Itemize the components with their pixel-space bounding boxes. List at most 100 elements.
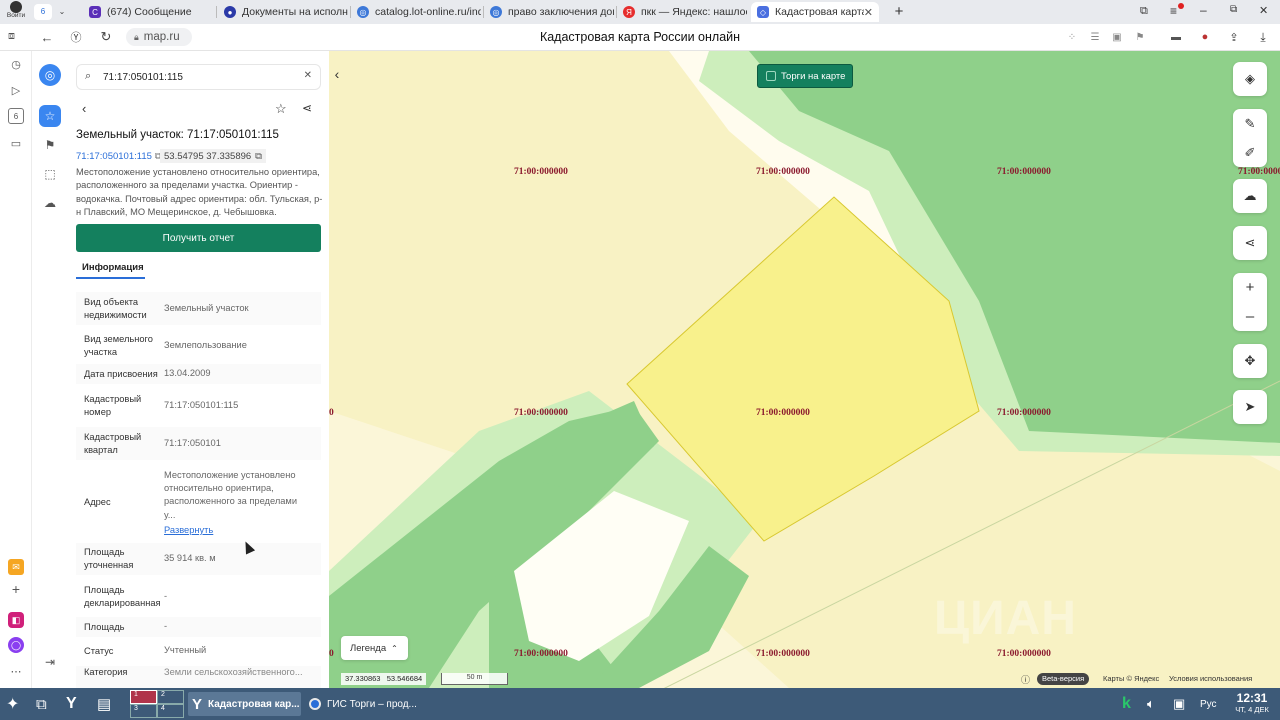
- chevron-down-icon[interactable]: ⌄: [55, 4, 69, 20]
- collections-icon[interactable]: ⧈: [8, 30, 15, 43]
- info-row: Дата присвоения 13.04.2009: [76, 364, 321, 384]
- desktop-3[interactable]: 3: [130, 704, 157, 718]
- bookmark-icon[interactable]: ⚑: [1131, 28, 1149, 46]
- upload-button[interactable]: ☁: [1233, 179, 1267, 213]
- search-input[interactable]: ⌕ 71:17:050101:115 ✕: [76, 64, 321, 90]
- extension-icon[interactable]: ●: [1196, 28, 1214, 46]
- copy-icon[interactable]: ⧉: [255, 151, 262, 162]
- extension-icon[interactable]: ▬: [1167, 28, 1185, 46]
- clear-icon[interactable]: ✕: [304, 70, 312, 81]
- navigation-icon: ➤: [1244, 399, 1256, 414]
- pencil-icon[interactable]: ✎: [1245, 116, 1256, 132]
- expand-link[interactable]: Развернуть: [164, 524, 321, 537]
- download-icon[interactable]: ⤓: [1254, 28, 1272, 46]
- tab-contract[interactable]: ◎ право заключения догов: [484, 2, 614, 22]
- star-icon[interactable]: ☆: [39, 105, 61, 127]
- tab-count-button[interactable]: 6: [34, 4, 52, 20]
- add-icon[interactable]: +: [8, 581, 24, 597]
- cloud-upload-icon: ☁: [1243, 188, 1257, 203]
- yandex-browser-icon[interactable]: Y: [66, 692, 77, 716]
- edit-icon[interactable]: ✐: [1245, 145, 1256, 161]
- language-indicator[interactable]: Рус: [1200, 692, 1217, 716]
- share-map-button[interactable]: ⋖: [1233, 226, 1267, 260]
- collapse-panel-icon[interactable]: ‹: [330, 66, 344, 84]
- zoom-in-icon[interactable]: +: [1246, 279, 1255, 296]
- share-icon[interactable]: ⋖: [302, 101, 312, 115]
- start-icon[interactable]: ✦: [6, 692, 19, 716]
- logo-icon[interactable]: ◎: [39, 64, 61, 86]
- close-tab-icon[interactable]: ✕: [864, 6, 873, 19]
- mail-app-icon[interactable]: ✉: [8, 559, 24, 575]
- new-tab-button[interactable]: +: [890, 3, 908, 21]
- menu-icon[interactable]: ≡: [1170, 3, 1184, 18]
- tabs-menu-icon[interactable]: ⧉: [1140, 5, 1148, 18]
- cadastral-link[interactable]: 71:17:050101:115 ⧉: [76, 149, 162, 163]
- close-window-icon[interactable]: ✕: [1259, 4, 1268, 17]
- more-icon[interactable]: ⋯: [8, 663, 24, 679]
- tab-yandex-search[interactable]: Я пкк — Яндекс: нашлось: [617, 2, 747, 22]
- favorite-icon[interactable]: ☆: [275, 101, 287, 117]
- share-icon: ⋖: [1244, 235, 1256, 250]
- cloud-icon[interactable]: ☁: [39, 192, 61, 214]
- screenshot-icon[interactable]: ▣: [1108, 28, 1126, 46]
- taskbar-window-active[interactable]: Y Кадастровая кар...: [188, 692, 301, 716]
- desktop-1[interactable]: 1: [130, 690, 157, 704]
- layers-button[interactable]: ◈: [1233, 62, 1267, 96]
- info-row: Площадь -: [76, 617, 321, 637]
- coords-chip[interactable]: 53.54795 37.335896 ⧉: [160, 149, 266, 163]
- desktop-2[interactable]: 2: [157, 690, 184, 704]
- app-icon[interactable]: ◧: [8, 612, 24, 628]
- tab-label: пкк — Яндекс: нашлось: [641, 6, 747, 18]
- info-row: Площадь декларированная -: [76, 580, 321, 613]
- logout-icon[interactable]: ⇥: [39, 651, 61, 673]
- restore-icon[interactable]: ⧉: [1230, 4, 1237, 15]
- desktop-4[interactable]: 4: [157, 704, 184, 718]
- files-icon[interactable]: ▤: [97, 692, 111, 716]
- alice-icon[interactable]: ◯: [8, 637, 24, 653]
- locate-button[interactable]: ➤: [1233, 390, 1267, 424]
- back-icon[interactable]: ‹: [82, 101, 86, 116]
- zoom-out-icon[interactable]: –: [1246, 308, 1254, 325]
- screen-icon[interactable]: ▭: [8, 135, 24, 151]
- info-row: Адрес Местоположение установлено относит…: [76, 464, 321, 540]
- draw-tools: ✎ ✐: [1233, 109, 1267, 167]
- window-switch-icon[interactable]: ⧉: [36, 692, 47, 716]
- row-key: Вид земельного участка: [84, 333, 153, 357]
- doc-tab-icon: ●: [224, 6, 236, 18]
- k-app-icon[interactable]: k: [1122, 692, 1131, 716]
- profile-button[interactable]: Войти: [4, 1, 28, 23]
- move-button[interactable]: ✥: [1233, 344, 1267, 378]
- beta-badge: Beta-версия: [1037, 673, 1090, 685]
- tab-documents[interactable]: ● Документы на исполнен: [218, 2, 348, 22]
- torgi-toggle-button[interactable]: Торги на карте: [757, 64, 853, 88]
- desktop-pager[interactable]: 1 2 3 4: [130, 690, 184, 718]
- taskbar-window[interactable]: ГИС Торги – прод...: [305, 692, 420, 716]
- network-icon[interactable]: ▣: [1173, 692, 1185, 716]
- minimize-icon[interactable]: –: [1200, 3, 1207, 17]
- reader-icon[interactable]: ☰: [1086, 28, 1104, 46]
- tab-cadastral-map[interactable]: ◇ Кадастровая карта Ро ✕: [751, 2, 879, 22]
- browser-tab-bar: Войти 6 ⌄ C (674) Сообщение ● Документы …: [0, 0, 1280, 24]
- share-icon[interactable]: ⇪: [1225, 28, 1243, 46]
- tabs-badge-icon[interactable]: 6: [8, 108, 24, 124]
- select-area-icon[interactable]: ⬚: [39, 163, 61, 185]
- tab-information[interactable]: Информация: [76, 257, 145, 279]
- flag-icon[interactable]: ⚑: [39, 134, 61, 156]
- tab-catalog[interactable]: ◎ catalog.lot-online.ru/inde: [351, 2, 481, 22]
- clock[interactable]: 12:31 ЧТ, 4 ДЕК: [1232, 691, 1272, 715]
- clock-icon[interactable]: ◷: [8, 56, 24, 72]
- legend-button[interactable]: Легенда ⌃: [341, 636, 408, 660]
- row-key: Категория: [84, 667, 128, 677]
- extension-icon[interactable]: ⁘: [1063, 28, 1081, 46]
- address-value: Местоположение установлено относительно …: [164, 469, 298, 520]
- play-icon[interactable]: ▷: [8, 82, 24, 98]
- volume-icon[interactable]: 🔈︎: [1147, 692, 1155, 716]
- tab-messages[interactable]: C (674) Сообщение: [83, 2, 213, 22]
- get-report-button[interactable]: Получить отчет: [76, 224, 321, 252]
- map-canvas[interactable]: 71:00:000000 71:00:000000 71:00:000000 7…: [329, 51, 1280, 688]
- move-icon: ✥: [1244, 353, 1256, 368]
- address-bar: ← Ⓨ ↻ 🔒︎ map.ru Кадастровая карта России…: [0, 24, 1280, 51]
- row-value: 71:17:050101:115: [164, 399, 239, 410]
- info-icon[interactable]: ⓘ: [1021, 673, 1030, 686]
- terms-link[interactable]: Условия использования: [1169, 674, 1252, 683]
